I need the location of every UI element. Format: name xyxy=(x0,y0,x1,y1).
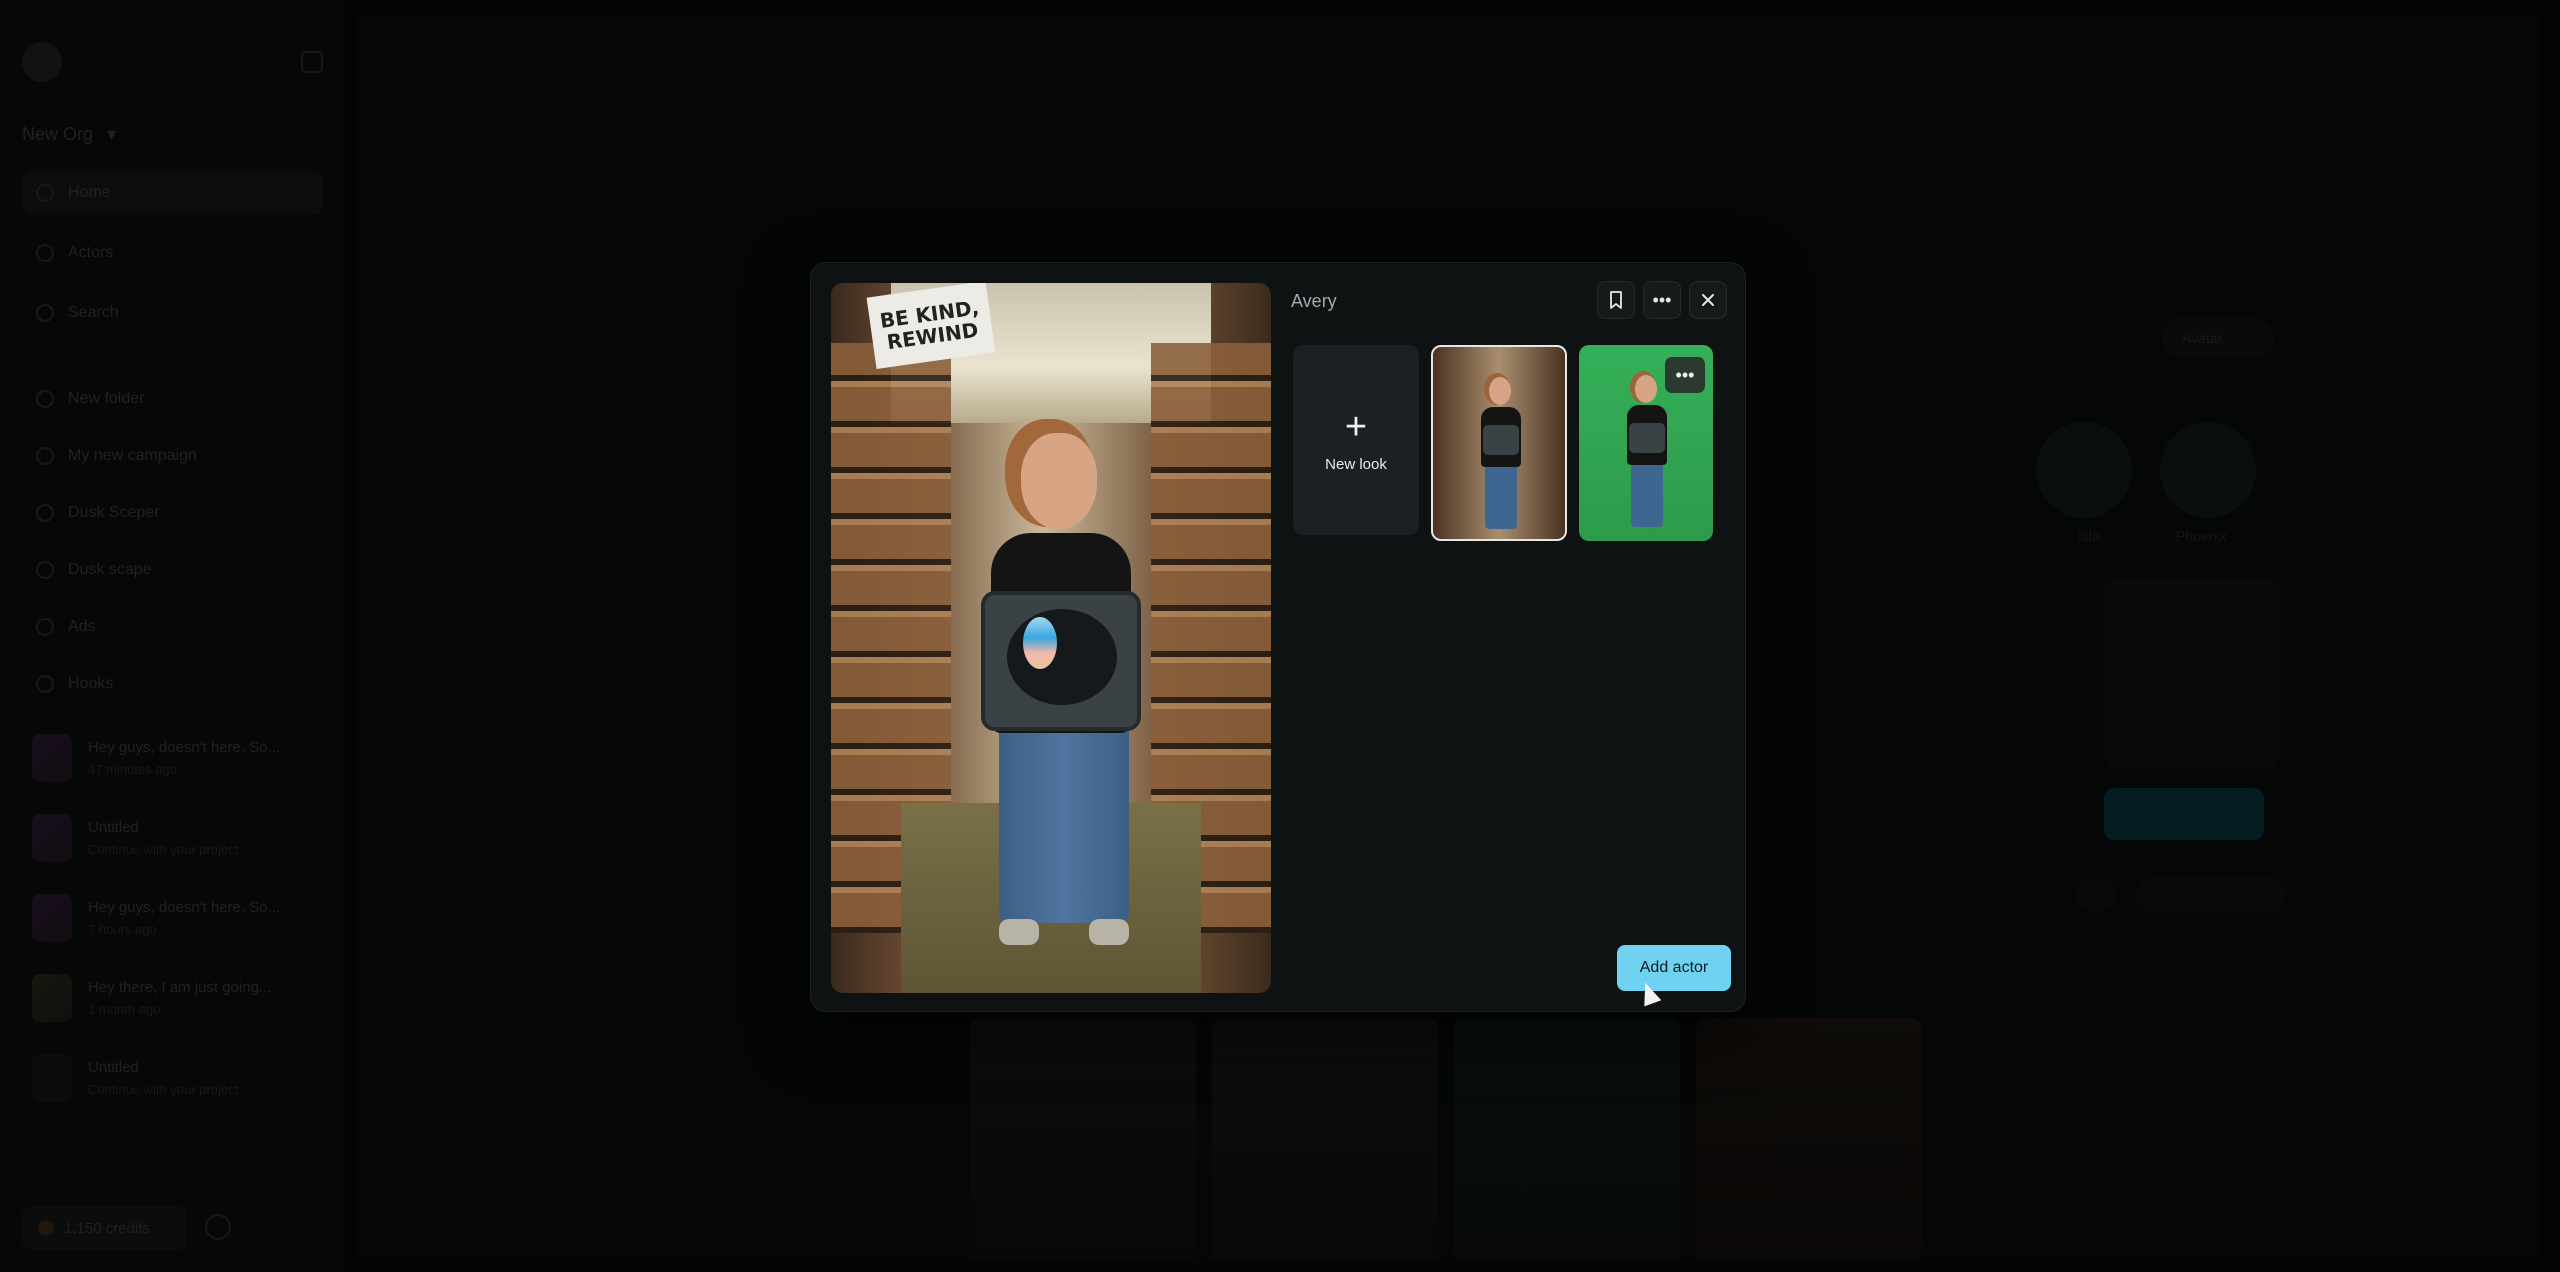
look-more-button[interactable]: ••• xyxy=(1665,357,1705,393)
person-shoes xyxy=(999,919,1129,947)
add-actor-button[interactable]: Add actor xyxy=(1617,945,1731,991)
actor-modal: BE KIND, REWIND Avery ••• + New look •••… xyxy=(810,262,1746,1012)
look-tv xyxy=(1483,425,1519,455)
look-thumbnail-greenscreen[interactable]: ••• xyxy=(1579,345,1713,541)
more-options-button[interactable]: ••• xyxy=(1643,281,1681,319)
actor-name: Avery xyxy=(1291,291,1337,311)
looks-list: + New look ••• xyxy=(1293,345,1713,541)
tv-screen xyxy=(1007,609,1117,705)
bookmark-icon xyxy=(1610,291,1622,309)
new-look-label: New look xyxy=(1325,455,1387,473)
tv-prop xyxy=(981,591,1141,731)
look-head xyxy=(1635,375,1657,403)
new-look-button[interactable]: + New look xyxy=(1293,345,1419,535)
look-tv xyxy=(1629,423,1665,453)
look-head xyxy=(1489,377,1511,405)
bookmark-button[interactable] xyxy=(1597,281,1635,319)
person-legs xyxy=(999,723,1129,923)
more-horizontal-icon: ••• xyxy=(1652,289,1672,310)
look-thumbnail-library[interactable] xyxy=(1431,345,1567,541)
more-horizontal-icon: ••• xyxy=(1675,364,1695,385)
plus-icon: + xyxy=(1344,405,1368,448)
actor-preview-image: BE KIND, REWIND xyxy=(831,283,1271,993)
look-legs xyxy=(1485,465,1517,529)
look-legs xyxy=(1631,463,1663,527)
tv-logo-orb xyxy=(1023,617,1057,669)
close-icon xyxy=(1702,294,1714,306)
close-button[interactable] xyxy=(1689,281,1727,319)
person-head xyxy=(1021,433,1097,529)
